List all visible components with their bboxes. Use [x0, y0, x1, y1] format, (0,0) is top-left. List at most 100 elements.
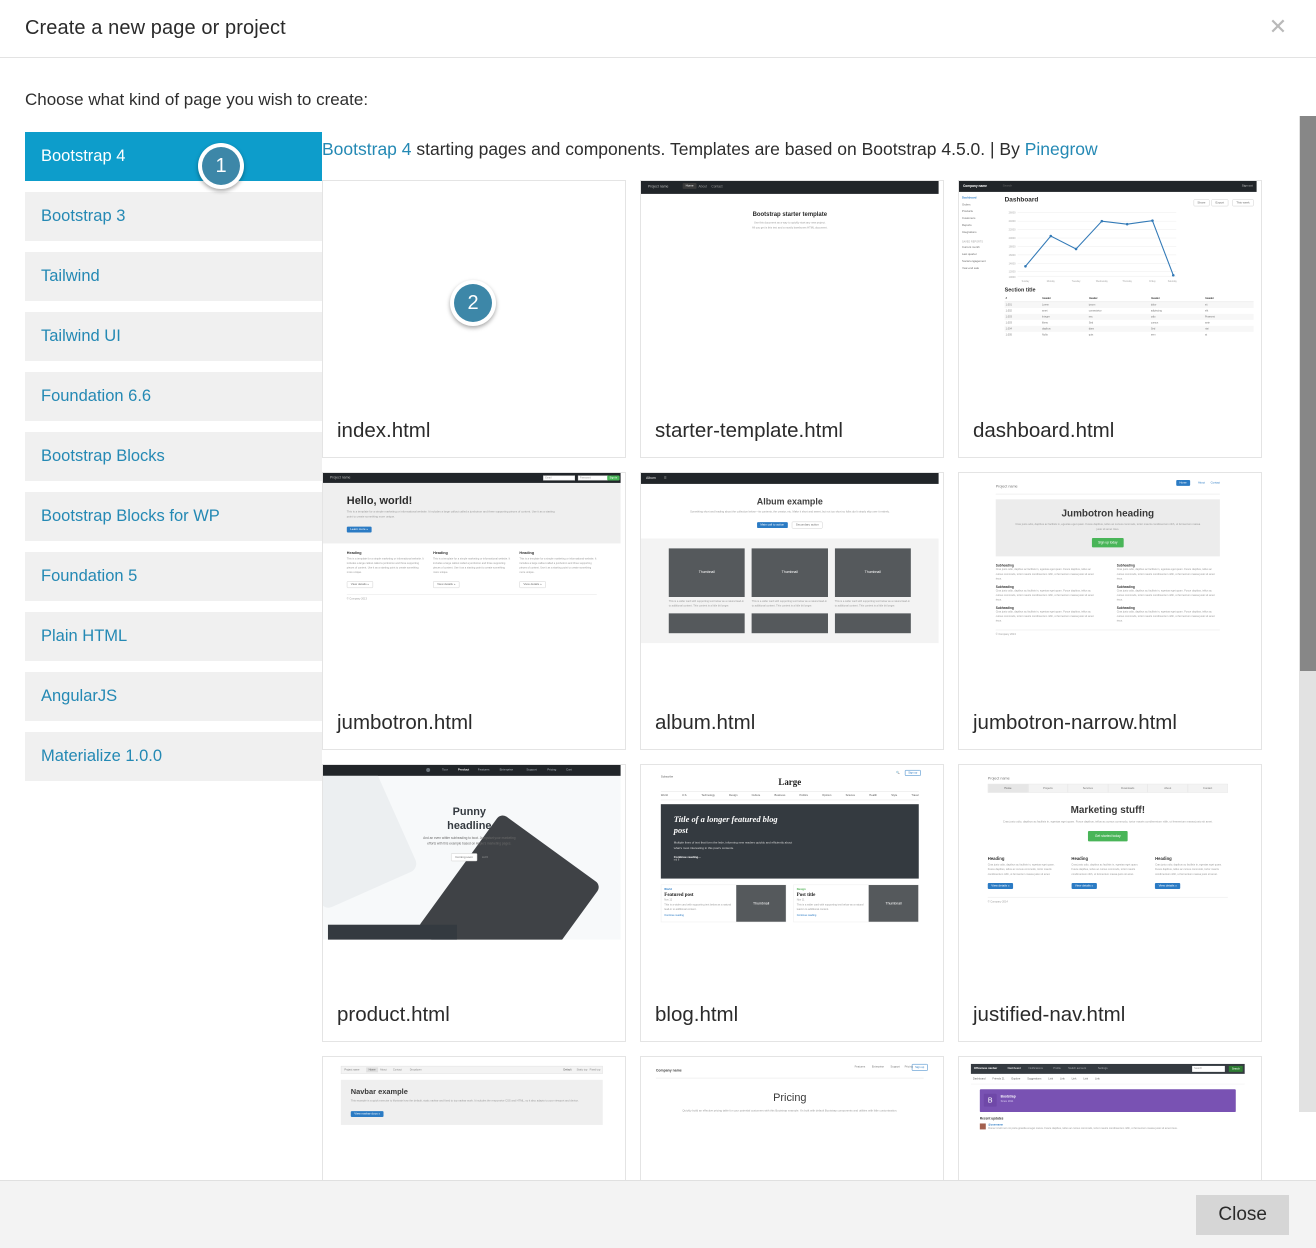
template-card-starter-template[interactable]: Project name Home About Contact Bootstra… [640, 180, 944, 458]
sidebar-item-materialize-1-0-0[interactable]: Materialize 1.0.0 [25, 732, 322, 781]
vertical-scrollbar-track[interactable] [1299, 116, 1316, 1112]
mini-thumb: Thumbnail [751, 548, 828, 597]
template-name: product.html [337, 1003, 450, 1026]
svg-text:10000: 10000 [1009, 276, 1016, 279]
mini-line-chart: 26000 24000 22000 20000 18000 16000 14000 12… [1009, 212, 1178, 283]
mini-nav-reports: Reports [961, 224, 972, 228]
mini-td: 1,005 [1005, 333, 1012, 337]
create-page-dialog: Create a new page or project ✕ Choose wh… [0, 0, 1316, 1248]
avatar [979, 1123, 986, 1130]
author-link[interactable]: Pinegrow [1025, 139, 1098, 159]
sidebar-item-foundation-6-6[interactable]: Foundation 6.6 [25, 372, 322, 421]
svg-text:24000: 24000 [1009, 220, 1016, 223]
mini-email-field: Email [543, 475, 575, 481]
sidebar-item-plain-html[interactable]: Plain HTML [25, 612, 322, 661]
sidebar-item-tailwind[interactable]: Tailwind [25, 252, 322, 301]
template-card-pricing[interactable]: Company name Features Enterprise Support… [640, 1056, 944, 1180]
mini-post-title: Post title [796, 891, 816, 898]
mini-heading: Heading [519, 550, 535, 555]
mini-title: Album example [756, 496, 823, 507]
sidebar-item-label: Tailwind [41, 267, 100, 285]
sidebar-item-bootstrap-4[interactable]: Bootstrap 4 1 [25, 132, 322, 189]
mini-share-button: Share [1193, 199, 1210, 207]
sidebar-item-bootstrap-blocks-for-wp[interactable]: Bootstrap Blocks for WP [25, 492, 322, 541]
mini-brand: Project name [344, 1068, 360, 1072]
mini-subnav-link: Dashboard [972, 1077, 986, 1081]
mini-heading: Heading [1155, 856, 1172, 862]
mini-body: Quickly build an effective pricing table… [682, 1109, 898, 1113]
mini-footer-block [327, 924, 457, 940]
template-card-justified-nav[interactable]: Project name Home Projects Services Down… [958, 764, 1262, 1042]
dialog-footer: Close [0, 1180, 1316, 1248]
mini-table: # Header Header Header Header 1,001 Lorem… [1004, 296, 1254, 338]
template-card-album[interactable]: Album ☰ Album example Something short an… [640, 472, 944, 750]
mini-nav-dashboard: Dashboard [961, 196, 977, 200]
mini-td: sem [1150, 333, 1156, 337]
mini-nav-static-top: Static top [576, 1068, 588, 1072]
close-icon[interactable]: ✕ [1267, 17, 1289, 39]
template-card-offcanvas[interactable]: Offcanvas navbar Dashboard Notifications… [958, 1056, 1262, 1180]
mini-nav-link: Design [729, 794, 738, 798]
template-card-product[interactable]: Tour Product Features Enterprise Support… [322, 764, 626, 1042]
instruction-text: Choose what kind of page you wish to cre… [25, 90, 369, 109]
svg-text:Wednesday: Wednesday [1096, 281, 1109, 283]
mini-nav-link: Business [774, 794, 786, 798]
mini-nav-link: Travel [911, 794, 919, 798]
mini-col-text: Cras justo odio, dapibus ac facilisis in… [1071, 863, 1139, 876]
framework-link[interactable]: Bootstrap 4 [322, 139, 412, 159]
template-card-blog[interactable]: Subscribe Large 🔍 Sign up World U.S. Tec… [640, 764, 944, 1042]
svg-text:26000: 26000 [1009, 212, 1016, 215]
template-thumbnail-jumbotron: Project name Email Password Sign in Hell… [323, 473, 625, 695]
mini-footer: © Company 2013 [995, 629, 1220, 638]
mini-subnav-link: Link [1071, 1077, 1077, 1081]
template-card-dashboard[interactable]: Company name Search Sign out Dashboard O… [958, 180, 1262, 458]
mini-nav-tour: Tour [442, 768, 448, 772]
templates-description-text: starting pages and components. Templates… [411, 139, 1025, 159]
vertical-scrollbar-thumb[interactable] [1300, 116, 1316, 671]
template-thumbnail-product: Tour Product Features Enterprise Support… [323, 765, 625, 987]
template-card-index[interactable]: 2 index.html [322, 180, 626, 458]
template-card-navbar[interactable]: Project name Home About Contact Dropdown… [322, 1056, 626, 1180]
mini-nav-link: Technology [701, 794, 715, 798]
mini-nav-contact: Contact [1210, 481, 1220, 485]
mini-col-text: Cras justo odio, dapibus ac facilisis in… [987, 863, 1055, 876]
mini-primary-cta: Main call to action [756, 521, 788, 528]
template-card-jumbotron-narrow[interactable]: Project name Home About Contact Jumbotro… [958, 472, 1262, 750]
templates-description: Bootstrap 4 starting pages and component… [322, 132, 1262, 180]
mini-sub-text: Cras justo odio, dapibus ac facilisis in… [1116, 589, 1215, 602]
dialog-header: Create a new page or project ✕ [0, 0, 1316, 58]
sidebar-item-bootstrap-3[interactable]: Bootstrap 3 [25, 192, 322, 241]
mini-signup-button: Sign up [904, 769, 921, 776]
close-button[interactable]: Close [1196, 1194, 1289, 1235]
mini-nav-enterprise: Enterprise [871, 1065, 885, 1069]
mini-brand: Large [778, 776, 802, 787]
mini-thumb [668, 613, 745, 634]
mini-view-details: View details » [987, 883, 1014, 890]
mini-updates-title: Recent updates [979, 1117, 1004, 1121]
mini-title: Marketing stuff! [1070, 804, 1145, 816]
mini-nav-link: Science [845, 794, 856, 798]
sidebar-item-tailwind-ui[interactable]: Tailwind UI [25, 312, 322, 361]
svg-text:Thursday: Thursday [1122, 281, 1132, 283]
template-thumbnail-blog: Subscribe Large 🔍 Sign up World U.S. Tec… [641, 765, 943, 987]
sidebar-item-bootstrap-blocks[interactable]: Bootstrap Blocks [25, 432, 322, 481]
sidebar-item-foundation-5[interactable]: Foundation 5 [25, 552, 322, 601]
sidebar-item-label: Plain HTML [41, 627, 128, 645]
mini-nav-about: About [698, 184, 707, 189]
svg-text:Sunday: Sunday [1022, 281, 1031, 283]
sidebar-item-angularjs[interactable]: AngularJS [25, 672, 322, 721]
svg-text:12000: 12000 [1009, 271, 1016, 274]
mini-feature-title: Title of a longer featured blog post [673, 814, 778, 835]
mini-nav-link: Health [869, 794, 878, 798]
mini-nav-products: Products [961, 210, 973, 214]
mini-post-body: This is a wider card with supporting tex… [664, 903, 731, 912]
mini-nav-default: Default [563, 1068, 572, 1072]
svg-text:22000: 22000 [1009, 229, 1016, 232]
mini-password-field: Password [577, 475, 609, 481]
callout-badge-1-number: 1 [202, 147, 240, 185]
mini-cta-button: Coming soon [450, 853, 478, 862]
mini-nav-link: Home [988, 784, 1028, 793]
template-name: jumbotron-narrow.html [973, 711, 1177, 734]
mini-nav-about: About [1198, 481, 1206, 485]
template-card-jumbotron[interactable]: Project name Email Password Sign in Hell… [322, 472, 626, 750]
